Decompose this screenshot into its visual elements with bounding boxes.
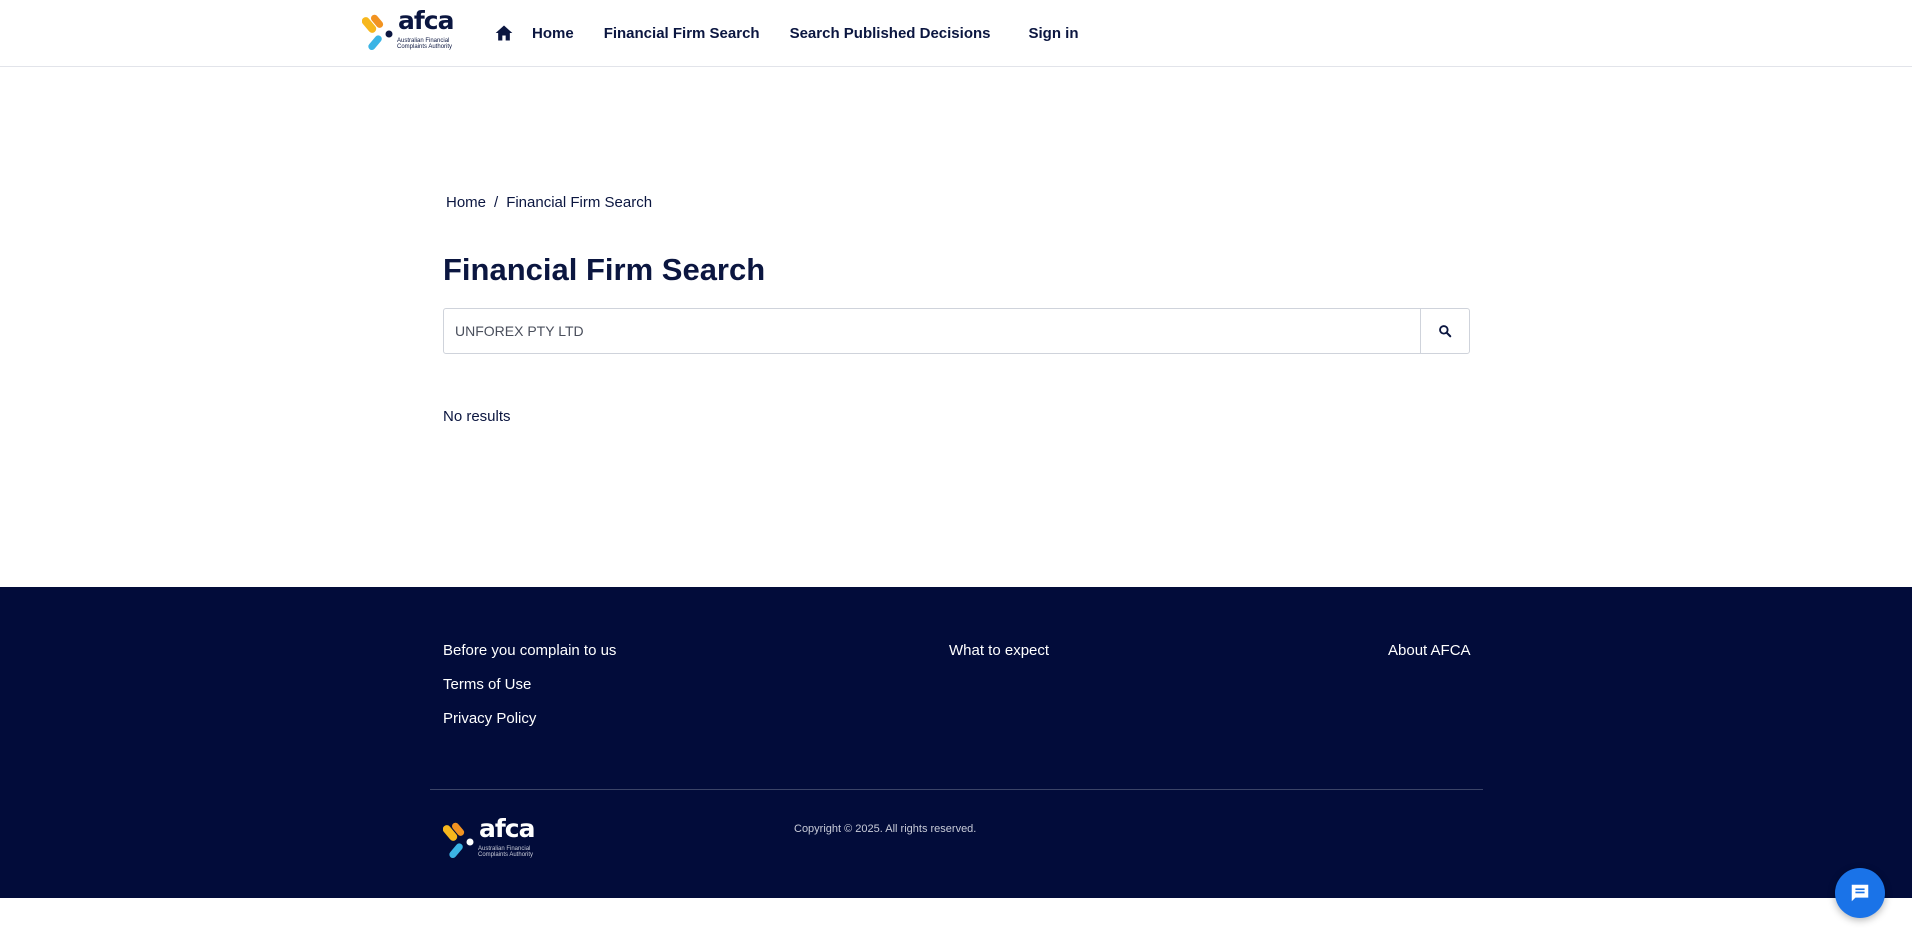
logo-subtitle: Australian Financial Complaints Authorit…: [397, 38, 453, 50]
footer-link-terms-of-use[interactable]: Terms of Use: [443, 676, 616, 694]
search-icon: [1439, 325, 1452, 338]
breadcrumb-home[interactable]: Home: [446, 194, 486, 211]
afca-logo-mark-icon: [443, 822, 474, 859]
breadcrumb-current[interactable]: Financial Firm Search: [506, 194, 652, 211]
nav-firm-search-link[interactable]: Financial Firm Search: [604, 25, 760, 42]
chat-button[interactable]: [1835, 868, 1885, 918]
page-title: Financial Firm Search: [443, 252, 766, 287]
copyright-text: Copyright © 2025. All rights reserved.: [794, 823, 977, 835]
no-results-message: No results: [443, 408, 511, 425]
footer-link-about-afca[interactable]: About AFCA: [1388, 642, 1471, 660]
afca-logo-mark-icon: [362, 14, 393, 51]
footer-column-3: About AFCA: [1388, 642, 1471, 660]
search-button[interactable]: [1420, 309, 1469, 353]
footer-divider: [430, 789, 1483, 790]
site-footer: Before you complain to us Terms of Use P…: [0, 587, 1912, 898]
firm-search-box: [443, 308, 1470, 354]
home-icon[interactable]: [494, 23, 514, 43]
chat-icon: [1851, 884, 1869, 902]
breadcrumb-separator: /: [494, 194, 499, 211]
nav-published-decisions-link[interactable]: Search Published Decisions: [790, 25, 991, 42]
footer-column-2: What to expect: [949, 642, 1049, 660]
breadcrumb: Home / Financial Firm Search: [446, 194, 652, 211]
nav-sign-in-link[interactable]: Sign in: [1028, 25, 1078, 42]
footer-afca-logo[interactable]: afca Australian Financial Complaints Aut…: [443, 814, 537, 862]
main-nav: Home Financial Firm Search Search Publis…: [494, 0, 1108, 66]
footer-logo-subtitle: Australian Financial Complaints Authorit…: [478, 846, 534, 858]
site-header: afca Australian Financial Complaints Aut…: [0, 0, 1912, 67]
footer-link-what-to-expect[interactable]: What to expect: [949, 642, 1049, 660]
afca-logo[interactable]: afca Australian Financial Complaints Aut…: [362, 6, 456, 54]
footer-logo-wordmark: afca: [479, 814, 535, 843]
footer-link-before-you-complain[interactable]: Before you complain to us: [443, 642, 616, 660]
footer-column-1: Before you complain to us Terms of Use P…: [443, 642, 616, 728]
firm-search-input[interactable]: [444, 309, 1420, 353]
footer-link-privacy-policy[interactable]: Privacy Policy: [443, 710, 616, 728]
logo-wordmark: afca: [398, 6, 454, 35]
nav-home-link[interactable]: Home: [532, 25, 574, 42]
